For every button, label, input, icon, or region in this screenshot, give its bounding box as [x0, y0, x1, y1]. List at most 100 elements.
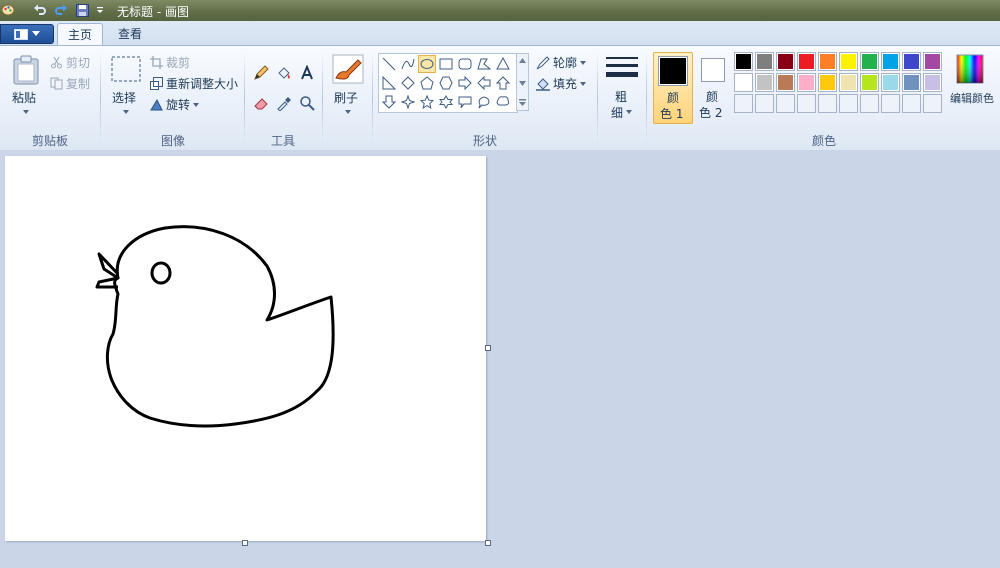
- tab-home[interactable]: 主页: [57, 23, 104, 46]
- palette-swatch[interactable]: [818, 73, 837, 92]
- paste-button[interactable]: 粘贴: [8, 52, 44, 122]
- copy-icon: [50, 77, 63, 90]
- palette-swatch-fill: [904, 96, 919, 111]
- palette-swatch[interactable]: [776, 94, 795, 113]
- left-arrow-shape-icon[interactable]: [475, 74, 493, 92]
- group-divider: [244, 52, 245, 144]
- outline-button[interactable]: 轮廓: [536, 54, 587, 71]
- size-button[interactable]: 粗 细: [603, 52, 641, 122]
- five-point-star-shape-icon[interactable]: [418, 93, 436, 111]
- undo-icon[interactable]: [32, 2, 48, 18]
- palette-swatch[interactable]: [797, 94, 816, 113]
- palette-swatch[interactable]: [818, 52, 837, 71]
- palette-swatch[interactable]: [860, 73, 879, 92]
- canvas-resize-handle-right[interactable]: [485, 345, 491, 351]
- cut-label: 剪切: [66, 56, 91, 70]
- six-point-star-shape-icon[interactable]: [437, 93, 455, 111]
- save-icon[interactable]: [74, 2, 90, 18]
- color2-button[interactable]: 颜 色 2: [695, 52, 735, 124]
- resize-button[interactable]: 重新调整大小: [150, 75, 238, 92]
- cloud-callout-shape-icon[interactable]: [494, 93, 512, 111]
- shapes-gallery: [378, 53, 518, 113]
- four-point-star-shape-icon[interactable]: [399, 93, 417, 111]
- palette-swatch[interactable]: [839, 52, 858, 71]
- cut-button[interactable]: 剪切: [50, 54, 90, 71]
- palette-swatch[interactable]: [797, 73, 816, 92]
- shapes-scrollbar[interactable]: [516, 53, 529, 111]
- canvas-resize-handle-bottom[interactable]: [242, 540, 248, 546]
- expand-gallery-icon[interactable]: [519, 99, 526, 106]
- right-triangle-shape-icon[interactable]: [380, 74, 398, 92]
- customize-dropdown-icon[interactable]: [92, 2, 108, 18]
- tab-view[interactable]: 查看: [108, 23, 152, 46]
- palette-swatch[interactable]: [755, 73, 774, 92]
- palette-swatch[interactable]: [881, 52, 900, 71]
- magnifier-icon[interactable]: [297, 93, 317, 113]
- redo-icon[interactable]: [53, 2, 69, 18]
- palette-swatch[interactable]: [755, 94, 774, 113]
- line-shape-icon[interactable]: [380, 55, 398, 73]
- palette-swatch[interactable]: [881, 94, 900, 113]
- right-arrow-shape-icon[interactable]: [456, 74, 474, 92]
- hexagon-shape-icon[interactable]: [437, 74, 455, 92]
- palette-swatch[interactable]: [776, 73, 795, 92]
- pentagon-shape-icon[interactable]: [418, 74, 436, 92]
- rotate-button[interactable]: 旋转: [150, 96, 200, 113]
- palette-swatch[interactable]: [923, 94, 942, 113]
- palette-swatch[interactable]: [839, 94, 858, 113]
- pencil-icon[interactable]: [251, 63, 271, 83]
- drawing-canvas[interactable]: [5, 156, 486, 541]
- rectangular-callout-shape-icon[interactable]: [456, 93, 474, 111]
- oval-shape-icon[interactable]: [418, 55, 436, 73]
- edit-colors-button[interactable]: 编辑颜色: [948, 52, 996, 122]
- oval-callout-shape-icon[interactable]: [475, 93, 493, 111]
- shapes-group-label: 形状: [472, 134, 497, 148]
- palette-swatch[interactable]: [839, 73, 858, 92]
- app-menu-button[interactable]: [0, 24, 54, 44]
- brushes-button[interactable]: 刷子: [330, 52, 366, 122]
- palette-swatch-fill: [736, 96, 751, 111]
- polygon-shape-icon[interactable]: [475, 55, 493, 73]
- palette-swatch[interactable]: [776, 52, 795, 71]
- diamond-shape-icon[interactable]: [399, 74, 417, 92]
- scroll-up-icon[interactable]: [519, 58, 526, 63]
- group-divider: [597, 52, 598, 144]
- paint-logo-icon[interactable]: [0, 2, 16, 18]
- crop-button[interactable]: 裁剪: [150, 54, 190, 71]
- up-arrow-shape-icon[interactable]: [494, 74, 512, 92]
- down-arrow-shape-icon[interactable]: [380, 93, 398, 111]
- triangle-shape-icon[interactable]: [494, 55, 512, 73]
- palette-swatch[interactable]: [734, 52, 753, 71]
- eraser-icon[interactable]: [251, 93, 271, 113]
- palette-swatch[interactable]: [734, 94, 753, 113]
- palette-swatch[interactable]: [902, 73, 921, 92]
- palette-swatch[interactable]: [902, 94, 921, 113]
- palette-swatch[interactable]: [881, 73, 900, 92]
- palette-swatch-fill: [757, 96, 772, 111]
- palette-swatch[interactable]: [797, 52, 816, 71]
- curve-shape-icon[interactable]: [399, 55, 417, 73]
- color1-button[interactable]: 颜 色 1: [653, 52, 693, 124]
- palette-swatch-fill: [904, 54, 919, 69]
- palette-swatch[interactable]: [902, 52, 921, 71]
- fill-shape-button[interactable]: 填充: [536, 75, 587, 92]
- select-button[interactable]: 选择: [108, 52, 144, 122]
- palette-swatch[interactable]: [860, 94, 879, 113]
- chevron-down-icon: [345, 110, 351, 114]
- text-icon[interactable]: [297, 63, 317, 83]
- rounded-rectangle-shape-icon[interactable]: [456, 55, 474, 73]
- rectangle-shape-icon[interactable]: [437, 55, 455, 73]
- palette-swatch[interactable]: [860, 52, 879, 71]
- copy-button[interactable]: 复制: [50, 75, 90, 92]
- size-label-top: 粗: [615, 90, 628, 104]
- color-picker-icon[interactable]: [274, 93, 294, 113]
- scroll-down-icon[interactable]: [519, 81, 526, 86]
- canvas-resize-handle-corner[interactable]: [485, 540, 491, 546]
- palette-swatch[interactable]: [818, 94, 837, 113]
- fill-icon[interactable]: [274, 63, 294, 83]
- palette-swatch[interactable]: [755, 52, 774, 71]
- palette-swatch[interactable]: [734, 73, 753, 92]
- palette-swatch[interactable]: [923, 73, 942, 92]
- palette-swatch[interactable]: [923, 52, 942, 71]
- color-palette: [734, 52, 946, 116]
